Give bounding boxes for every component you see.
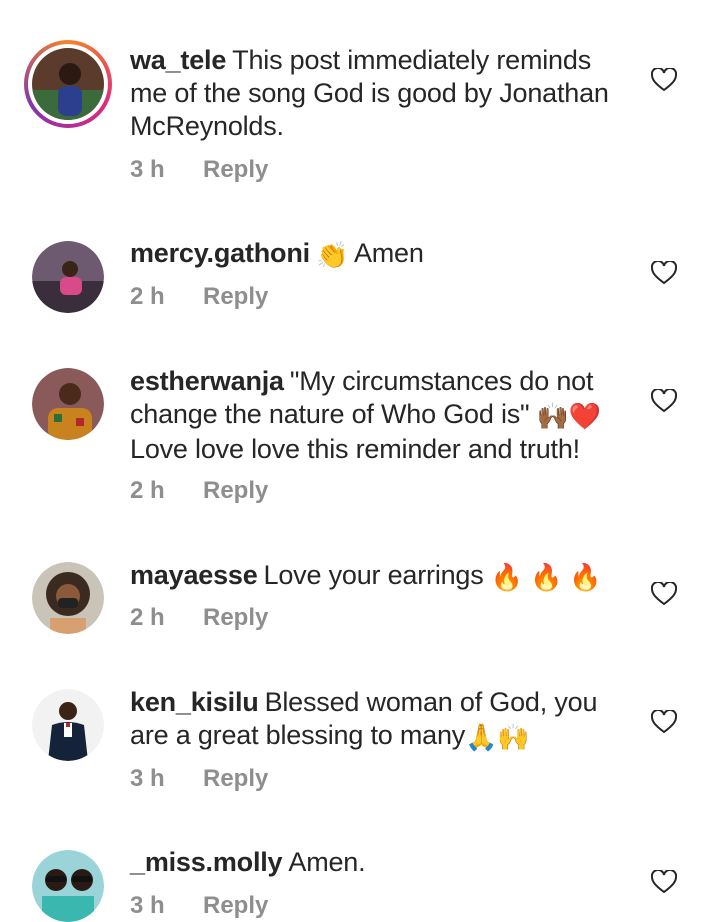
avatar[interactable] <box>24 40 112 128</box>
avatar[interactable] <box>32 850 104 922</box>
avatar-image <box>32 48 104 120</box>
like-heart-icon[interactable] <box>651 68 677 92</box>
fire-emoji: 🔥 🔥 🔥 <box>490 562 602 592</box>
reply-button[interactable]: Reply <box>203 892 268 919</box>
like-heart-icon[interactable] <box>651 261 677 285</box>
reply-button[interactable]: Reply <box>203 283 268 310</box>
like-heart-icon[interactable] <box>651 582 677 606</box>
reply-button[interactable]: Reply <box>203 477 268 504</box>
avatar-image <box>32 368 104 440</box>
comment-meta: 2 h Reply <box>130 283 268 311</box>
reply-button[interactable]: Reply <box>203 604 268 631</box>
comment-text: _miss.molly Amen. <box>130 846 630 879</box>
comment-username[interactable]: wa_tele <box>130 45 226 75</box>
comment-username[interactable]: mercy.gathoni <box>130 238 310 268</box>
comment-time: 2 h <box>130 604 165 631</box>
avatar-image <box>32 241 104 313</box>
comment-time: 3 h <box>130 156 165 183</box>
comment-time: 3 h <box>130 765 165 792</box>
avatar-image <box>32 689 104 761</box>
avatar[interactable] <box>32 241 104 313</box>
comment-time: 2 h <box>130 283 165 310</box>
comment-username[interactable]: _miss.molly <box>130 847 283 877</box>
comment-body: Amen <box>353 238 424 268</box>
comment-text: ken_kisilu Blessed woman of God, you are … <box>130 686 630 754</box>
comment-username[interactable]: ken_kisilu <box>130 687 259 717</box>
reply-button[interactable]: Reply <box>203 156 268 183</box>
comment-username[interactable]: estherwanja <box>130 366 284 396</box>
pray-raised-hands-emoji: 🙏🙌 <box>465 722 530 752</box>
comment-time: 2 h <box>130 477 165 504</box>
avatar[interactable] <box>32 368 104 440</box>
like-heart-icon[interactable] <box>651 870 677 894</box>
comment-meta: 3 h Reply <box>130 156 268 184</box>
avatar[interactable] <box>32 562 104 634</box>
avatar-image <box>32 562 104 634</box>
comment-meta: 3 h Reply <box>130 765 268 793</box>
comment-text: estherwanja "My circumstances do not chan… <box>130 365 630 466</box>
comment-text: mercy.gathoni 👏 Amen <box>130 237 630 272</box>
reply-button[interactable]: Reply <box>203 765 268 792</box>
avatar[interactable] <box>32 689 104 761</box>
like-heart-icon[interactable] <box>651 389 677 413</box>
comment-username[interactable]: mayaesse <box>130 560 258 590</box>
clap-emoji: 👏 <box>315 240 349 270</box>
comment-meta: 2 h Reply <box>130 477 268 505</box>
raised-hands-heart-emoji: 🙌🏾❤️ <box>536 401 602 431</box>
comment-time: 3 h <box>130 892 165 919</box>
comment-text: wa_tele This post immediately reminds me … <box>130 44 630 143</box>
comment-body-line2: Love love love this reminder and truth! <box>130 434 580 464</box>
comment-meta: 2 h Reply <box>130 604 268 632</box>
comment-text: mayaesse Love your earrings 🔥 🔥 🔥 <box>130 559 630 594</box>
like-heart-icon[interactable] <box>651 710 677 734</box>
comment-body: Love your earrings <box>263 560 491 590</box>
avatar-image <box>32 850 104 922</box>
comment-body: Amen. <box>288 847 366 877</box>
comment-meta: 3 h Reply <box>130 892 268 920</box>
